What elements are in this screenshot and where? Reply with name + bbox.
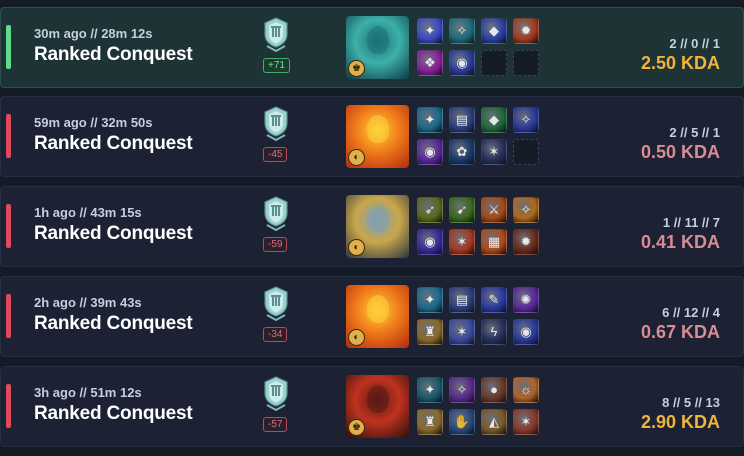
- flower-item-icon[interactable]: ✿: [449, 139, 475, 165]
- totem-item-icon[interactable]: ✶: [513, 409, 539, 435]
- match-mode: Ranked Conquest: [34, 403, 193, 424]
- kill-death-assist: 8 // 5 // 13: [662, 395, 720, 410]
- staff-item-icon[interactable]: ✺: [513, 287, 539, 313]
- wand-item-icon[interactable]: ✶: [449, 319, 475, 345]
- match-time: 3h ago // 51m 12s: [34, 385, 142, 400]
- sphere-item-icon[interactable]: ●: [481, 377, 507, 403]
- result-indicator: [6, 384, 11, 428]
- match-card[interactable]: 3h ago // 51m 12s Ranked Conquest -57 ♚ ✦ ✧ ● ☼…: [0, 366, 744, 447]
- item-build: ✦ ✧ ◆ ✹ ❖ ◉: [417, 18, 539, 78]
- conquest-rank-shield-icon: [263, 376, 289, 412]
- rank-point-change: -45: [263, 147, 288, 162]
- god-portrait-warrior-icon[interactable]: ◐: [346, 195, 409, 258]
- match-card[interactable]: 2h ago // 39m 43s Ranked Conquest -34 ◐ ✦ ▤ ✎ ✺…: [0, 276, 744, 357]
- result-indicator: [6, 114, 11, 158]
- match-time: 2h ago // 39m 43s: [34, 295, 142, 310]
- mage-role-icon: ◐: [348, 149, 365, 166]
- kill-death-assist: 6 // 12 // 4: [662, 305, 720, 320]
- arrow-item-icon[interactable]: ➹: [449, 197, 475, 223]
- match-time: 30m ago // 28m 12s: [34, 26, 153, 41]
- kda-ratio: 0.41 KDA: [640, 232, 720, 252]
- match-card[interactable]: 59m ago // 32m 50s Ranked Conquest -45 ◐ ✦ ▤ ◆…: [0, 96, 744, 177]
- match-history-list: 30m ago // 28m 12s Ranked Conquest +71 ♚ ✦ ✧ ◆…: [0, 0, 744, 456]
- god-portrait-hero-icon[interactable]: ♚: [346, 375, 409, 438]
- match-mode: Ranked Conquest: [34, 44, 193, 65]
- item-build: ✦ ✧ ● ☼ ♜ ✋ ◭ ✶: [417, 377, 539, 437]
- rank-point-change: -59: [263, 237, 288, 252]
- match-mode: Ranked Conquest: [34, 133, 193, 154]
- rank-point-change: -34: [263, 327, 288, 342]
- god-portrait-jackal-icon[interactable]: ♚: [346, 16, 409, 79]
- book-item-icon[interactable]: ▤: [449, 107, 475, 133]
- item-build: ✦ ▤ ✎ ✺ ♜ ✶ ϟ ◉: [417, 287, 539, 347]
- empty-slot-icon[interactable]: [513, 139, 539, 165]
- guardian-role-icon: ♚: [348, 60, 365, 77]
- star-item-icon[interactable]: ✧: [449, 377, 475, 403]
- conquest-rank-shield-icon: [263, 286, 289, 322]
- chalice-item-icon[interactable]: ♜: [417, 319, 443, 345]
- sword-item-icon[interactable]: ⚔: [481, 197, 507, 223]
- kda-ratio: 0.50 KDA: [640, 142, 720, 162]
- feather-item-icon[interactable]: ✎: [481, 287, 507, 313]
- shield-item-icon[interactable]: ◆: [481, 18, 507, 44]
- lightning-item-icon[interactable]: ϟ: [481, 319, 507, 345]
- match-mode: Ranked Conquest: [34, 223, 193, 244]
- kill-death-assist: 2 // 0 // 1: [669, 36, 720, 51]
- empty-slot-icon[interactable]: [513, 50, 539, 76]
- trident-item-icon[interactable]: ✧: [513, 107, 539, 133]
- bracer-item-icon[interactable]: ▦: [481, 229, 507, 255]
- result-indicator: [6, 25, 11, 69]
- relic-item-icon[interactable]: ✦: [417, 287, 443, 313]
- chalice-item-icon[interactable]: ♜: [417, 409, 443, 435]
- crossbow-item-icon[interactable]: ✶: [449, 229, 475, 255]
- item-build: ➶ ➹ ⚔ ✧ ◉ ✶ ▦ ✹: [417, 197, 539, 257]
- blade-item-icon[interactable]: ✧: [513, 197, 539, 223]
- gem-item-icon[interactable]: ◆: [481, 107, 507, 133]
- match-mode: Ranked Conquest: [34, 313, 193, 334]
- eye-item-icon[interactable]: ◉: [513, 319, 539, 345]
- mage-role-icon: ◐: [348, 329, 365, 346]
- kill-death-assist: 1 // 11 // 7: [662, 215, 720, 230]
- rank-point-change: +71: [263, 58, 290, 73]
- orb-item-icon[interactable]: ◉: [417, 139, 443, 165]
- conquest-rank-shield-icon: [263, 17, 289, 53]
- empty-slot-icon[interactable]: [481, 50, 507, 76]
- item-build: ✦ ▤ ◆ ✧ ◉ ✿ ✶: [417, 107, 539, 167]
- mage-role-icon: ◐: [348, 239, 365, 256]
- eye-item-icon[interactable]: ◉: [449, 50, 475, 76]
- kda-ratio: 2.90 KDA: [640, 412, 720, 432]
- conquest-rank-shield-icon: [263, 106, 289, 142]
- portal-item-icon[interactable]: ❖: [417, 50, 443, 76]
- spear-item-icon[interactable]: ✹: [513, 229, 539, 255]
- kda-ratio: 0.67 KDA: [640, 322, 720, 342]
- book-item-icon[interactable]: ▤: [449, 287, 475, 313]
- mask-item-icon[interactable]: ☼: [513, 377, 539, 403]
- kda-ratio: 2.50 KDA: [640, 53, 720, 73]
- hands-item-icon[interactable]: ✋: [449, 409, 475, 435]
- mace-item-icon[interactable]: ✧: [449, 18, 475, 44]
- bow-item-icon[interactable]: ➶: [417, 197, 443, 223]
- result-indicator: [6, 294, 11, 338]
- ember-item-icon[interactable]: ✹: [513, 18, 539, 44]
- god-portrait-sun-icon[interactable]: ◐: [346, 285, 409, 348]
- staff-item-icon[interactable]: ✦: [417, 107, 443, 133]
- guardian-role-icon: ♚: [348, 419, 365, 436]
- conquest-rank-shield-icon: [263, 196, 289, 232]
- orb-item-icon[interactable]: ✦: [417, 377, 443, 403]
- cloak-item-icon[interactable]: ◭: [481, 409, 507, 435]
- match-time: 1h ago // 43m 15s: [34, 205, 142, 220]
- wand-item-icon[interactable]: ✶: [481, 139, 507, 165]
- kill-death-assist: 2 // 5 // 1: [669, 125, 720, 140]
- orb-item-icon[interactable]: ◉: [417, 229, 443, 255]
- match-card[interactable]: 30m ago // 28m 12s Ranked Conquest +71 ♚ ✦ ✧ ◆…: [0, 7, 744, 88]
- relic-item-icon[interactable]: ✦: [417, 18, 443, 44]
- result-indicator: [6, 204, 11, 248]
- match-card[interactable]: 1h ago // 43m 15s Ranked Conquest -59 ◐ ➶ ➹ ⚔ ✧…: [0, 186, 744, 267]
- god-portrait-sun-icon[interactable]: ◐: [346, 105, 409, 168]
- match-time: 59m ago // 32m 50s: [34, 115, 153, 130]
- rank-point-change: -57: [263, 417, 288, 432]
